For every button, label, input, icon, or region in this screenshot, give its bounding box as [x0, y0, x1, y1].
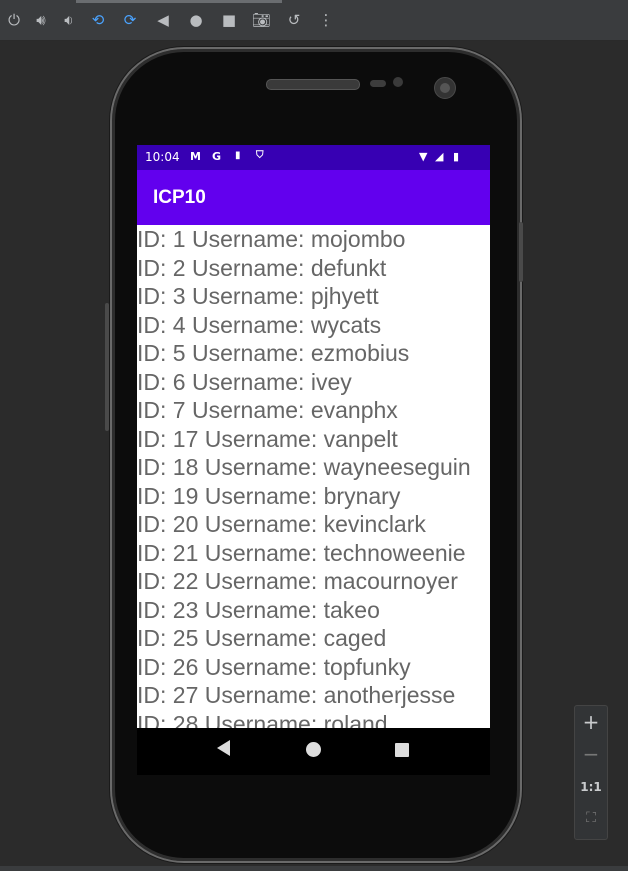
fit-screen-icon[interactable]: ⛶ — [575, 810, 607, 826]
list-item: ID: 26 Username: topfunky — [137, 653, 411, 680]
wifi-icon: ▼ — [419, 150, 428, 163]
list-item: ID: 21 Username: technoweenie — [137, 539, 466, 566]
side-button-right — [519, 222, 523, 282]
home-icon[interactable]: ● — [187, 11, 205, 29]
zoom-in-button[interactable]: + — [575, 710, 607, 734]
toolbar-scrollbar[interactable] — [76, 0, 282, 3]
navigation-bar — [137, 728, 490, 775]
list-item: ID: 19 Username: brynary — [137, 482, 401, 509]
list-item: ID: 2 Username: defunkt — [137, 254, 387, 281]
list-item: ID: 25 Username: caged — [137, 625, 387, 651]
list-item: ID: 7 Username: evanphx — [137, 397, 398, 423]
app-title: ICP10 — [153, 187, 206, 208]
status-time: 10:04 — [145, 150, 180, 164]
replay-icon[interactable]: ↺ — [285, 11, 303, 29]
sd-card-icon: ▮ — [235, 150, 241, 161]
list-item: ID: 23 Username: takeo — [137, 596, 380, 623]
device-screen: 10:04 M G ▮ ⛉ ▼ ◢ ▮ ICP10 ID: 1 Username… — [137, 145, 490, 775]
light-sensor — [393, 77, 403, 87]
user-list[interactable]: ID: 1 Username: mojombo ID: 2 Username: … — [137, 225, 490, 728]
list-item: ID: 3 Username: pjhyett — [137, 283, 379, 309]
rotate-left-icon[interactable]: ⟲ — [89, 11, 107, 29]
google-icon: G — [212, 150, 222, 163]
back-icon[interactable]: ◀ — [154, 11, 172, 29]
list-item: ID: 28 Username: roland — [137, 710, 388, 729]
list-item: ID: 18 Username: wayneeseguin — [137, 454, 471, 480]
bottom-strip — [0, 866, 628, 871]
shield-icon: ⛉ — [256, 150, 264, 161]
camera-icon[interactable]: 📷︎ — [252, 11, 271, 29]
list-item: ID: 20 Username: kevinclark — [137, 511, 426, 537]
more-icon[interactable]: ⋮ — [317, 11, 335, 29]
list-item: ID: 27 Username: anotherjesse — [137, 682, 456, 708]
app-bar: ICP10 — [137, 170, 490, 225]
overview-icon[interactable]: ■ — [220, 11, 238, 29]
zoom-out-button[interactable]: − — [575, 742, 607, 766]
volume-down-icon[interactable]: 🔉︎ — [60, 11, 78, 29]
list-item: ID: 17 Username: vanpelt — [137, 425, 398, 452]
battery-icon: ▮ — [453, 150, 460, 163]
power-icon[interactable]: ⏻ — [5, 11, 23, 29]
status-bar: 10:04 M G ▮ ⛉ ▼ ◢ ▮ — [137, 145, 490, 170]
earpiece-speaker — [266, 79, 360, 90]
side-button-left — [105, 303, 109, 431]
nav-home-icon[interactable] — [306, 742, 321, 757]
list-item: ID: 22 Username: macournoyer — [137, 568, 458, 594]
nav-back-icon[interactable] — [217, 740, 230, 756]
volume-up-icon[interactable]: 🔊︎ — [32, 11, 50, 29]
list-item: ID: 1 Username: mojombo — [137, 226, 406, 252]
proximity-sensor — [370, 80, 386, 87]
nav-recents-icon[interactable] — [395, 743, 409, 757]
front-camera — [434, 77, 456, 99]
list-item: ID: 5 Username: ezmobius — [137, 340, 410, 366]
list-item: ID: 4 Username: wycats — [137, 311, 382, 338]
signal-icon: ◢ — [435, 150, 444, 163]
list-item: ID: 6 Username: ivey — [137, 368, 352, 395]
rotate-right-icon[interactable]: ⟳ — [121, 11, 139, 29]
emulator-toolbar: ⏻ 🔊︎ 🔉︎ ⟲ ⟳ ◀ ● ■ 📷︎ ↺ ⋮ — [0, 0, 628, 41]
gmail-icon: M — [190, 150, 201, 163]
zoom-panel: + − 1:1 ⛶ — [574, 705, 608, 840]
zoom-ratio-button[interactable]: 1:1 — [575, 780, 607, 794]
